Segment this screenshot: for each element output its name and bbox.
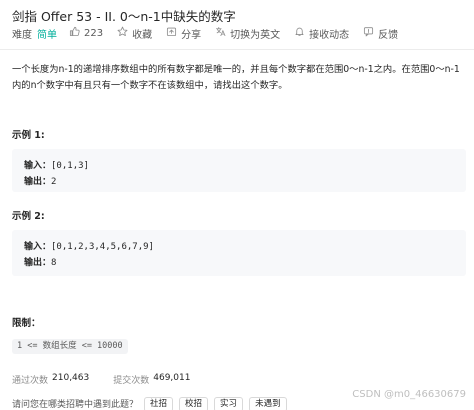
- submitted-label: 提交次数: [113, 376, 150, 386]
- header-divider: [0, 49, 474, 50]
- notify-button[interactable]: 接收动态: [294, 26, 349, 41]
- example-1-output: 2: [51, 177, 57, 187]
- submission-stats: 通过次数 210,463 提交次数 469,011: [12, 373, 214, 386]
- csdn-watermark: CSDN @m0_46630679: [352, 389, 466, 400]
- example-1-box: 输入：[0,1,3] 输出：2: [12, 149, 466, 192]
- accepted-label: 通过次数: [12, 376, 49, 386]
- survey-question: 请问您在哪类招聘中遇到此题？: [12, 400, 139, 410]
- switch-language-label: 切换为英文: [230, 29, 281, 41]
- share-icon: [166, 26, 181, 40]
- problem-description: 一个长度为n-1的递增排序数组中的所有数字都是唯一的，并且每个数字都在范围0～n…: [12, 64, 460, 91]
- like-count: 223: [84, 27, 104, 39]
- accepted-count: 210,463: [52, 373, 90, 383]
- problem-title: 剑指 Offer 53 - II. 0～n-1中缺失的数字: [12, 9, 236, 24]
- submitted-count: 469,011: [153, 373, 191, 383]
- example-2-input-row: 输入：[0,1,2,3,4,5,6,7,9]: [24, 239, 454, 255]
- problem-meta-bar: 难度 简单 223 收藏 分享 切换为英文 接收动态 反馈: [12, 26, 412, 41]
- tag-internship[interactable]: 实习: [214, 397, 244, 410]
- tag-campus-recruitment[interactable]: 校招: [179, 397, 209, 410]
- example-2-heading: 示例 2:: [12, 211, 45, 222]
- example-input-label: 输入：: [24, 161, 52, 171]
- example-1-input-row: 输入：[0,1,3]: [24, 158, 454, 174]
- constraints-heading: 限制：: [12, 318, 41, 329]
- example-2-output-row: 输出：8: [24, 255, 454, 271]
- bell-icon: [294, 26, 309, 40]
- feedback-label: 反馈: [378, 29, 399, 41]
- example-1-heading: 示例 1:: [12, 130, 45, 141]
- feedback-button[interactable]: 反馈: [363, 26, 398, 41]
- example-2-input: [0,1,2,3,4,5,6,7,9]: [51, 242, 154, 252]
- notify-label: 接收动态: [309, 29, 350, 41]
- switch-language-button[interactable]: 切换为英文: [215, 26, 280, 41]
- share-button[interactable]: 分享: [166, 26, 201, 41]
- example-2-box: 输入：[0,1,2,3,4,5,6,7,9] 输出：8: [12, 230, 466, 276]
- favorite-button[interactable]: 收藏: [117, 26, 152, 41]
- thumbs-up-icon: [69, 26, 84, 40]
- share-label: 分享: [181, 29, 202, 41]
- interview-survey: 请问您在哪类招聘中遇到此题？ 社招 校招 实习 未遇到: [12, 397, 287, 410]
- tag-social-recruitment[interactable]: 社招: [144, 397, 174, 410]
- example-1-input: [0,1,3]: [51, 161, 89, 171]
- example-2-output: 8: [51, 258, 57, 268]
- like-button[interactable]: 223: [69, 26, 103, 40]
- feedback-icon: [363, 26, 378, 40]
- translate-icon: [215, 26, 230, 40]
- example-input-label: 输入：: [24, 242, 52, 252]
- example-output-label: 输出：: [24, 177, 52, 187]
- tag-not-encountered[interactable]: 未遇到: [249, 397, 287, 410]
- difficulty-badge: 简单: [37, 29, 57, 41]
- example-output-label: 输出：: [24, 258, 52, 268]
- constraint-code: 1 <= 数组长度 <= 10000: [12, 339, 128, 354]
- favorite-label: 收藏: [132, 29, 153, 41]
- example-1-output-row: 输出：2: [24, 174, 454, 190]
- star-icon: [117, 26, 132, 40]
- difficulty-label: 难度: [12, 29, 32, 41]
